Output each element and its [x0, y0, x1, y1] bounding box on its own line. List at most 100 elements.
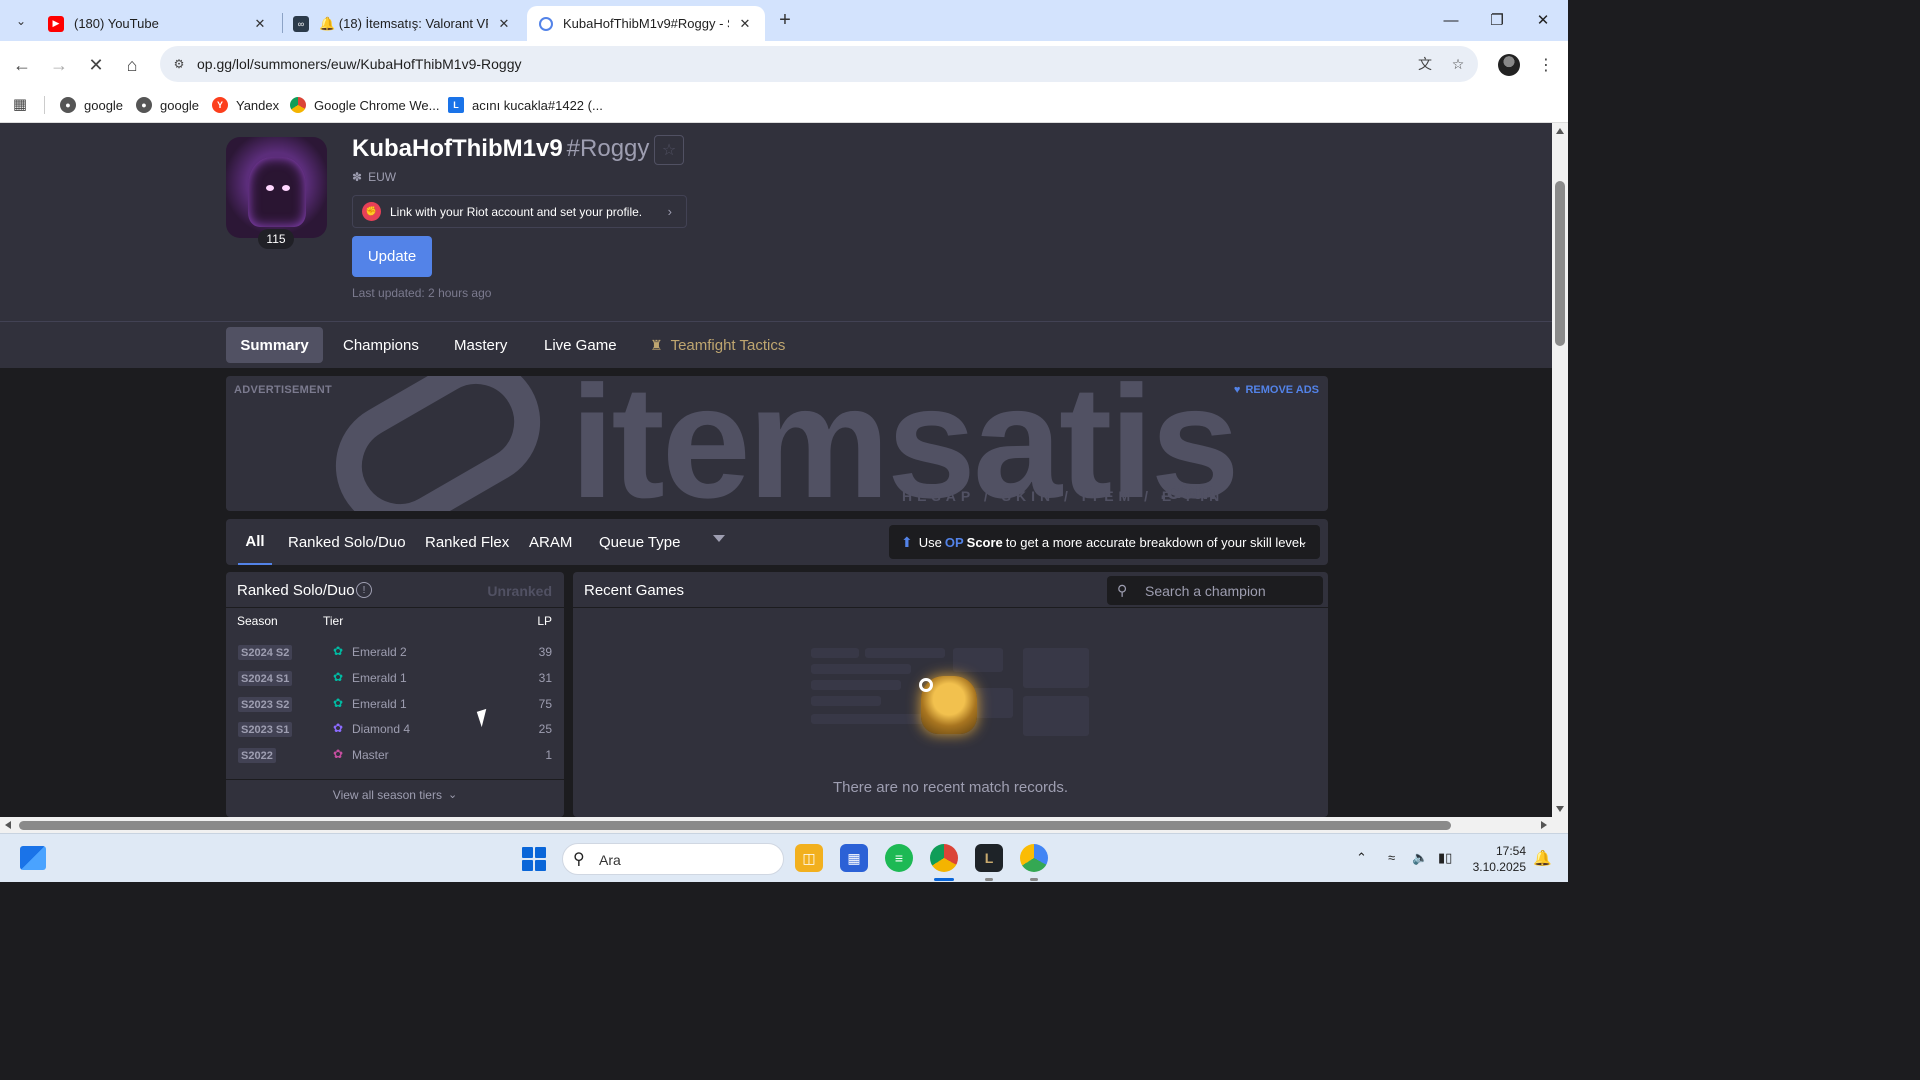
browser-profile-avatar[interactable]	[1498, 54, 1520, 76]
remove-ads-link[interactable]: ♥ REMOVE ADS	[1234, 384, 1319, 396]
filter-all[interactable]: All	[238, 519, 272, 565]
update-button[interactable]: Update	[352, 236, 432, 277]
bookmark-google-2[interactable]: ● google	[136, 93, 199, 117]
chevron-down-icon[interactable]: ⌄	[1298, 534, 1308, 548]
horizontal-scrollbar[interactable]	[0, 817, 1552, 833]
op-score-banner[interactable]: ⬆ Use OP Score to get a more accurate br…	[889, 525, 1320, 559]
translate-icon[interactable]: 文	[1415, 54, 1435, 74]
notification-bell-icon[interactable]: 🔔	[1533, 849, 1552, 867]
tab-itemsatis[interactable]: ∞ 🔔 (18) İtemsatış: Valorant VP, P ✕	[281, 6, 524, 41]
tab-search-chevron-icon[interactable]: ⌄	[8, 8, 34, 34]
tray-overflow-chevron-icon[interactable]: ⌃	[1356, 850, 1367, 866]
tier-lp: 1	[545, 748, 552, 762]
minimize-button[interactable]: —	[1428, 0, 1474, 40]
tab-mastery[interactable]: Mastery	[438, 327, 523, 363]
tab-tft-label: Teamfight Tactics	[670, 336, 786, 354]
bookmark-star-icon[interactable]: ☆	[1448, 54, 1468, 74]
vertical-scroll-thumb[interactable]	[1555, 181, 1565, 346]
summoner-name-text: KubaHofThibM1v9	[352, 135, 563, 162]
tab-teamfight-tactics[interactable]: ♜ Teamfight Tactics	[634, 327, 801, 363]
recent-games-header: Recent Games ⚲	[573, 572, 1328, 608]
riot-account-link[interactable]: ✊ Link with your Riot account and set yo…	[352, 195, 687, 228]
url-text[interactable]: op.gg/lol/summoners/euw/KubaHofThibM1v9-…	[197, 56, 522, 72]
horizontal-scroll-thumb[interactable]	[19, 821, 1451, 830]
bookmark-l-icon: L	[448, 97, 464, 113]
tab-champions[interactable]: Champions	[327, 327, 435, 363]
season-badge: S2022	[238, 748, 276, 763]
running-app-indicator	[985, 878, 993, 881]
filter-aram[interactable]: ARAM	[529, 519, 572, 565]
season-badge: S2023 S1	[238, 722, 293, 737]
tier-name: Emerald 2	[352, 645, 407, 659]
view-all-season-tiers-button[interactable]: View all season tiers ⌄	[226, 779, 564, 809]
favorite-star-button[interactable]: ☆	[654, 135, 684, 165]
champion-search[interactable]: ⚲	[1107, 576, 1323, 605]
remove-ads-label: REMOVE ADS	[1245, 384, 1319, 396]
restore-button[interactable]: ❐	[1474, 0, 1520, 40]
start-tile	[535, 860, 546, 871]
op-score-op: OP	[944, 534, 964, 550]
info-icon[interactable]: !	[356, 582, 372, 598]
profile-header: 115 KubaHofThibM1v9 #Roggy ☆ ✽ EUW ✊ Link…	[0, 123, 1552, 322]
advertisement-banner[interactable]: itemsatis HESAP / SKIN / ITEM / E-PIN .c…	[226, 376, 1328, 511]
battery-icon[interactable]: ▮▯	[1438, 850, 1452, 866]
tab-opgg[interactable]: KubaHofThibM1v9#Roggy - Su ✕	[527, 6, 765, 41]
tab-summary[interactable]: Summary	[226, 327, 323, 363]
tft-icon: ♜	[650, 336, 663, 353]
taskbar-search[interactable]: ⚲ Ara	[562, 843, 784, 875]
back-button[interactable]: ←	[8, 51, 36, 79]
microsoft-store-icon[interactable]: ▦	[840, 844, 868, 872]
close-tab-icon[interactable]: ✕	[252, 16, 268, 32]
apps-grid-icon[interactable]: ▦	[10, 94, 30, 114]
shield-icon: ♥	[1233, 384, 1241, 396]
start-button[interactable]	[522, 847, 546, 871]
scroll-left-arrow-icon[interactable]	[5, 821, 11, 829]
forward-button[interactable]: →	[45, 51, 73, 79]
champion-search-input[interactable]	[1145, 580, 1315, 601]
queue-type-select[interactable]: Queue Type	[599, 530, 729, 554]
bookmark-acini-kucakla[interactable]: L acını kucakla#1422 (...	[448, 93, 603, 117]
region: ✽ EUW	[352, 170, 396, 184]
wifi-icon[interactable]: ≈	[1388, 850, 1395, 865]
tab-live-game[interactable]: Live Game	[528, 327, 633, 363]
spotify-icon[interactable]: ≡	[885, 844, 913, 872]
queue-filter-bar: All Ranked Solo/Duo Ranked Flex ARAM Que…	[226, 519, 1328, 565]
volume-icon[interactable]: 🔈	[1412, 850, 1428, 866]
globe-icon: ●	[60, 97, 76, 113]
widgets-icon[interactable]	[20, 846, 46, 870]
bookmark-google-1[interactable]: ● google	[60, 93, 123, 117]
browser-menu-icon[interactable]: ⋮	[1536, 53, 1556, 77]
bookmark-divider	[44, 96, 45, 114]
league-of-legends-icon[interactable]: L	[975, 844, 1003, 872]
scroll-down-arrow-icon[interactable]	[1556, 806, 1564, 812]
address-bar[interactable]: ⚙ op.gg/lol/summoners/euw/KubaHofThibM1v…	[160, 46, 1478, 82]
bookmark-chrome-web-store[interactable]: Google Chrome We...	[290, 93, 439, 117]
chrome-profile-taskbar-icon[interactable]	[1020, 844, 1048, 872]
stop-loading-button[interactable]: ✕	[82, 51, 110, 79]
placeholder-block	[953, 648, 1003, 672]
ad-brand-tld: .com	[1160, 478, 1217, 505]
close-tab-icon[interactable]: ✕	[737, 16, 753, 32]
scroll-right-arrow-icon[interactable]	[1541, 821, 1547, 829]
new-tab-button[interactable]: +	[773, 8, 797, 32]
site-settings-icon[interactable]: ⚙	[170, 55, 188, 73]
chrome-taskbar-icon[interactable]	[930, 844, 958, 872]
filter-ranked-solo-duo[interactable]: Ranked Solo/Duo	[288, 519, 406, 565]
close-window-button[interactable]: ✕	[1520, 0, 1566, 40]
close-tab-icon[interactable]: ✕	[496, 16, 512, 32]
tab-youtube[interactable]: ▶ (180) YouTube ✕	[36, 6, 280, 41]
system-clock[interactable]: 17:54 3.10.2025	[1468, 843, 1526, 875]
dropdown-arrow-icon[interactable]	[713, 535, 725, 542]
ad-label: ADVERTISEMENT	[234, 384, 333, 396]
search-icon: ⚲	[1117, 582, 1128, 598]
queue-type-label: Queue Type	[599, 533, 681, 551]
file-explorer-icon[interactable]: ◫	[795, 844, 823, 872]
bookmark-yandex[interactable]: Y Yandex	[212, 93, 279, 117]
vertical-scrollbar[interactable]	[1552, 123, 1568, 817]
home-button[interactable]: ⌂	[118, 51, 146, 79]
tier-lp: 31	[538, 671, 552, 685]
filter-ranked-flex[interactable]: Ranked Flex	[425, 519, 509, 565]
scroll-up-arrow-icon[interactable]	[1556, 128, 1564, 134]
op-score-suffix: to get a more accurate breakdown of your…	[1005, 534, 1306, 550]
summoner-level: 115	[258, 229, 294, 249]
